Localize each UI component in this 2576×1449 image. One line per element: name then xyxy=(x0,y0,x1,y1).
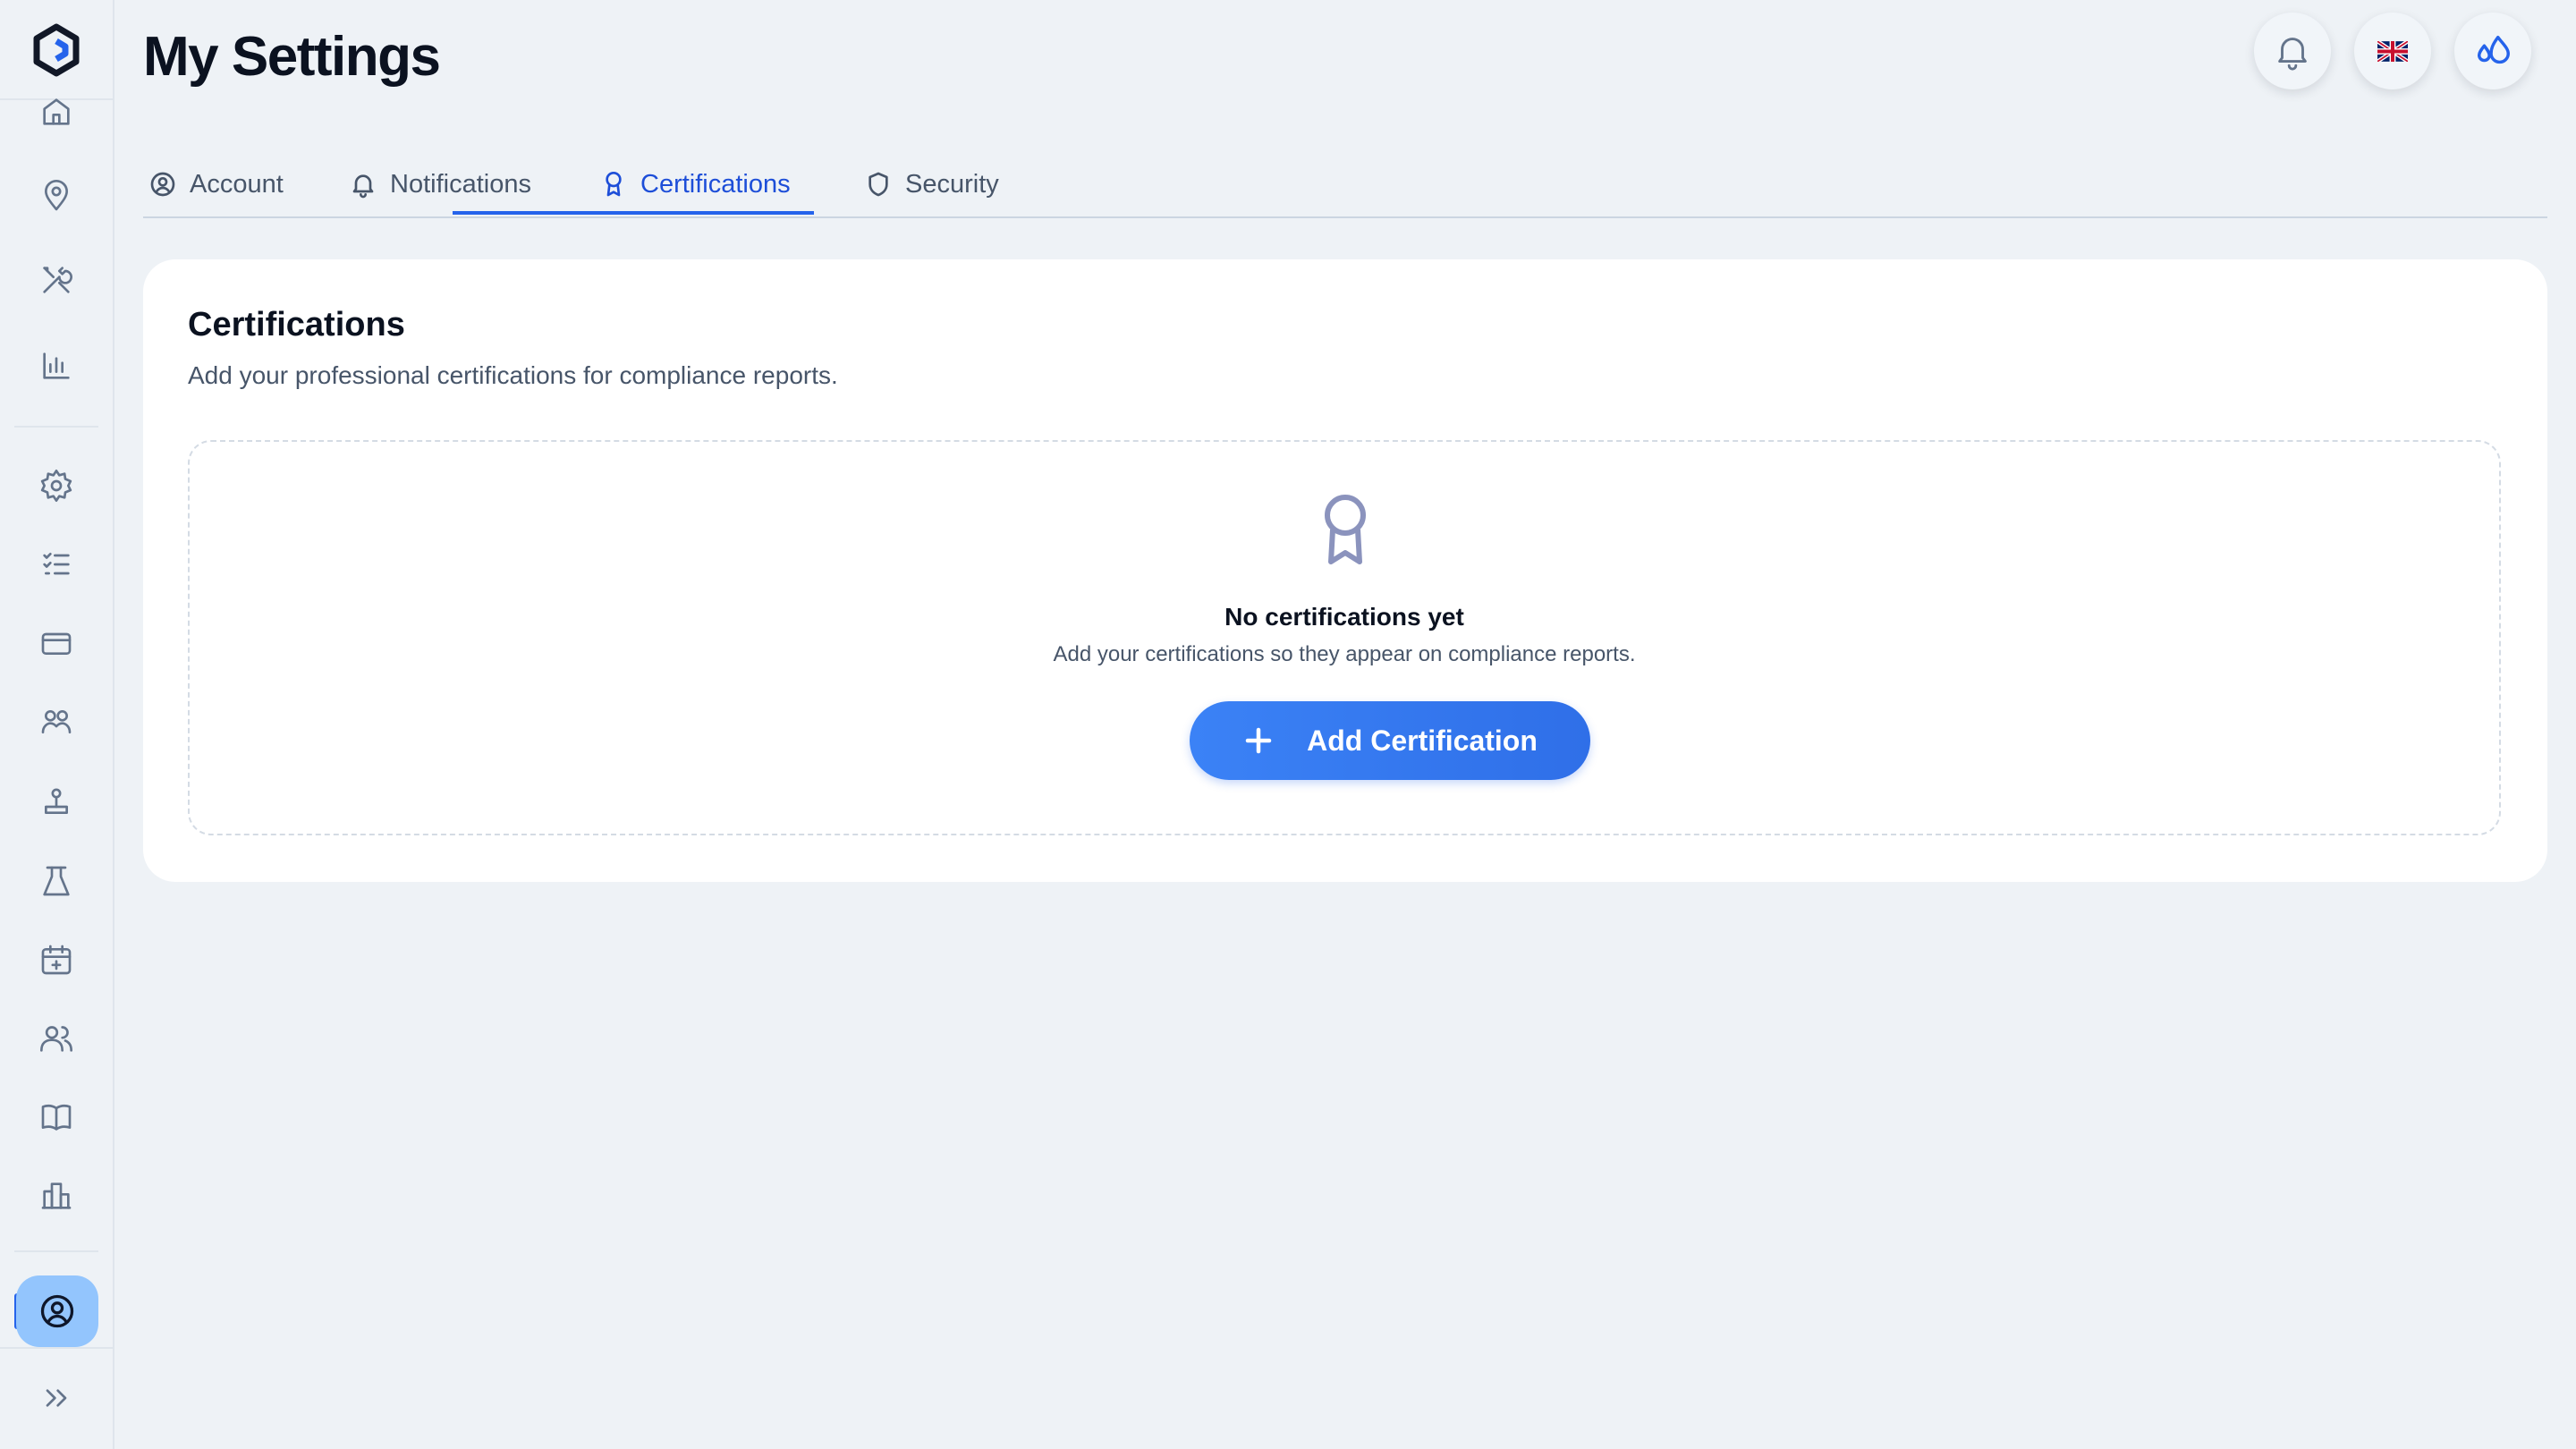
sidebar-item-locations[interactable] xyxy=(36,175,77,216)
section-subtitle: Add your professional certifications for… xyxy=(188,361,838,389)
page-title: My Settings xyxy=(143,26,441,88)
gear-icon xyxy=(40,470,72,502)
tab-label: Certifications xyxy=(640,169,791,199)
group-icon xyxy=(41,710,72,733)
location-pin-icon xyxy=(45,180,68,211)
language-button[interactable] xyxy=(2354,13,2431,89)
empty-state-subtitle: Add your certifications so they appear o… xyxy=(1053,642,1636,666)
sidebar-item-users[interactable] xyxy=(36,1018,77,1059)
water-drop-icon xyxy=(2477,35,2510,64)
checklist-icon xyxy=(43,553,70,575)
sidebar-item-library[interactable] xyxy=(36,1097,77,1138)
section-title: Certifications xyxy=(188,306,405,343)
sidebar-item-teams[interactable] xyxy=(36,701,77,742)
sidebar-item-calendar[interactable] xyxy=(36,939,77,980)
calendar-plus-icon xyxy=(41,945,72,975)
certifications-card: Certifications Add your professional cer… xyxy=(143,259,2547,882)
award-icon xyxy=(606,172,622,197)
award-icon xyxy=(1325,495,1366,564)
tools-icon xyxy=(43,267,72,293)
tab-label: Security xyxy=(905,169,999,199)
sidebar-divider xyxy=(14,1250,98,1252)
empty-state-title: No certifications yet xyxy=(1224,603,1464,631)
profile-icon xyxy=(40,1294,74,1328)
settings-tabs: Account Notifications Certifications Sec… xyxy=(143,152,2547,218)
uk-flag-icon xyxy=(2377,40,2408,62)
sidebar xyxy=(0,0,114,1449)
sidebar-item-equipment[interactable] xyxy=(36,782,77,823)
tab-notifications[interactable]: Notifications xyxy=(349,152,531,216)
sidebar-expand-button[interactable] xyxy=(36,1377,77,1419)
tab-label: Account xyxy=(190,169,284,199)
sidebar-item-facilities[interactable] xyxy=(36,1175,77,1216)
bar-chart-icon xyxy=(43,352,70,379)
sidebar-item-tools[interactable] xyxy=(36,259,77,301)
tab-label: Notifications xyxy=(390,169,531,199)
sidebar-item-settings[interactable] xyxy=(36,465,77,506)
credit-card-icon xyxy=(41,632,72,655)
empty-state: No certifications yet Add your certifica… xyxy=(188,440,2501,835)
add-certification-button[interactable]: Add Certification xyxy=(1190,701,1590,780)
bell-icon xyxy=(2278,38,2307,71)
lab-flask-icon xyxy=(43,866,70,896)
sidebar-item-billing[interactable] xyxy=(36,623,77,664)
sidebar-item-reports[interactable] xyxy=(36,345,77,386)
shield-icon xyxy=(869,172,888,197)
sidebar-divider xyxy=(14,426,98,428)
joystick-icon xyxy=(45,788,68,814)
active-tab-underline xyxy=(453,211,814,215)
sidebar-item-home[interactable] xyxy=(36,91,77,132)
notifications-button[interactable] xyxy=(2254,13,2331,89)
plus-icon xyxy=(1245,727,1272,754)
tab-security[interactable]: Security xyxy=(864,152,999,216)
bell-icon xyxy=(352,174,374,199)
users-icon xyxy=(40,1026,72,1052)
book-icon xyxy=(41,1104,72,1131)
app-logo[interactable] xyxy=(32,23,80,77)
sidebar-item-lab[interactable] xyxy=(36,860,77,902)
chevrons-right-icon xyxy=(46,1389,67,1407)
tab-account[interactable]: Account xyxy=(148,152,284,216)
sidebar-item-profile[interactable] xyxy=(16,1275,98,1347)
sidebar-divider xyxy=(0,1347,113,1349)
user-circle-icon xyxy=(150,172,175,197)
buildings-icon xyxy=(41,1182,72,1209)
home-icon xyxy=(43,98,70,125)
add-certification-label: Add Certification xyxy=(1307,724,1538,757)
tab-certifications[interactable]: Certifications xyxy=(599,152,791,216)
sidebar-item-checklists[interactable] xyxy=(36,544,77,585)
theme-button[interactable] xyxy=(2454,13,2531,89)
